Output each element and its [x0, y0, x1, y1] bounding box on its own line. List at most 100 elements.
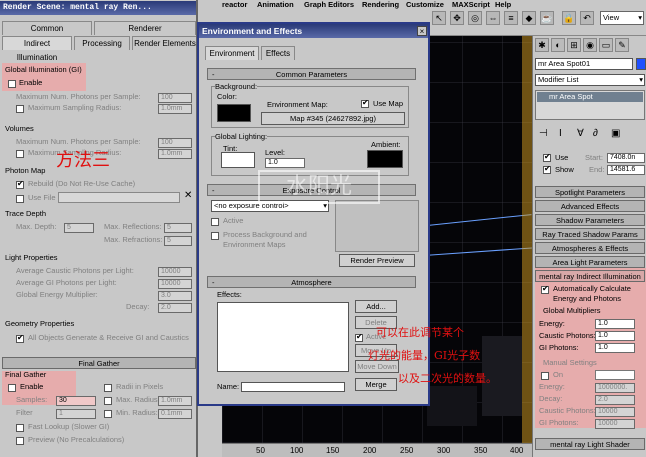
fg-max-radius-checkbox[interactable]	[104, 397, 112, 405]
fg-min-radius-checkbox[interactable]	[104, 410, 112, 418]
use-checkbox[interactable]	[543, 152, 551, 162]
atmospheres-effects-rollout[interactable]: Atmospheres & Effects	[535, 242, 645, 254]
mirror-icon[interactable]: ⇔	[486, 11, 500, 25]
gi-max-radius-checkbox[interactable]	[16, 105, 24, 113]
tab-renderer[interactable]: Renderer	[94, 21, 196, 35]
menu-item-reactor[interactable]: reactor	[222, 0, 247, 9]
max-reflections-spinner[interactable]: 5	[164, 223, 192, 233]
filter-spinner[interactable]: 1	[56, 409, 96, 419]
view-select[interactable]: View ▾	[600, 11, 644, 25]
remove-modifier-icon[interactable]: ∂	[593, 128, 598, 139]
mr-indirect-illumination-rollout[interactable]: mental ray Indirect Illumination	[535, 270, 645, 282]
tab-common[interactable]: Common	[2, 21, 92, 35]
file-path-field[interactable]	[58, 192, 180, 203]
area-light-parameters-rollout[interactable]: Area Light Parameters	[535, 256, 645, 268]
add-effect-button[interactable]: Add...	[355, 300, 397, 313]
process-bg-checkbox[interactable]	[211, 232, 219, 240]
energy-spinner[interactable]: 1.0	[595, 319, 635, 329]
use-map-checkbox[interactable]	[361, 98, 369, 108]
show-end-result-icon[interactable]: Ι	[559, 128, 562, 139]
fg-min-radius-spinner[interactable]: 0.1mm	[158, 409, 192, 419]
menu-item-customize[interactable]: Customize	[406, 0, 444, 9]
max-refractions-spinner[interactable]: 5	[164, 236, 192, 246]
tab-render-elements[interactable]: Render Elements	[132, 36, 196, 50]
environment-map-button[interactable]: Map #345 (24627892.jpg)	[261, 112, 405, 125]
tab-environment[interactable]: Environment	[205, 46, 259, 60]
level-spinner[interactable]: 1.0	[265, 158, 305, 168]
manual-on-checkbox[interactable]	[541, 372, 549, 380]
exposure-active-checkbox[interactable]	[211, 218, 219, 226]
fg-max-radius-spinner[interactable]: 1.0mm	[158, 396, 192, 406]
vol-max-photons-spinner[interactable]: 100	[158, 138, 192, 148]
effect-active-checkbox[interactable]	[355, 332, 363, 342]
render-icon[interactable]: ◆	[522, 11, 536, 25]
tint-color-swatch[interactable]	[221, 152, 255, 168]
all-objects-checkbox[interactable]	[16, 333, 24, 343]
undo-icon[interactable]: ↶	[580, 11, 594, 25]
use-file-checkbox[interactable]	[16, 195, 24, 203]
ambient-color-swatch[interactable]	[367, 150, 403, 168]
auto-calc-checkbox[interactable]	[541, 284, 549, 294]
avg-caustic-spinner[interactable]: 10000	[158, 267, 192, 277]
background-color-swatch[interactable]	[217, 104, 251, 122]
show-checkbox[interactable]	[543, 164, 551, 174]
tab-utilities-icon[interactable]: ✎	[615, 38, 629, 52]
ray-traced-shadow-rollout[interactable]: Ray Traced Shadow Params	[535, 228, 645, 240]
manual-gi-spinner[interactable]: 10000	[595, 419, 635, 429]
tab-effects[interactable]: Effects	[261, 46, 295, 60]
tab-display-icon[interactable]: ▭	[599, 38, 613, 52]
menu-item-graph-editors[interactable]: Graph Editors	[304, 0, 354, 9]
fast-lookup-checkbox[interactable]	[16, 424, 24, 432]
max-depth-spinner[interactable]: 5	[64, 223, 94, 233]
end-spinner[interactable]: 14581.6	[607, 165, 645, 175]
mr-light-shader-rollout[interactable]: mental ray Light Shader	[535, 438, 645, 450]
manual-decay-spinner[interactable]: 2.0	[595, 395, 635, 405]
timeline-ruler[interactable]: 50 100 150 200 250 300 350 400	[222, 443, 532, 457]
clear-icon[interactable]: ✕	[184, 190, 192, 201]
manual-caustic-spinner[interactable]: 10000	[595, 407, 635, 417]
teapot-icon[interactable]: ☕	[540, 11, 554, 25]
object-color-swatch[interactable]	[636, 58, 646, 70]
tab-processing[interactable]: Processing	[74, 36, 130, 50]
effect-name-field[interactable]	[241, 382, 345, 392]
object-name-field[interactable]: mr Area Spot01	[535, 58, 633, 70]
gi-max-radius-spinner[interactable]: 1.0mm	[158, 104, 192, 114]
tab-modify-icon[interactable]: ◐	[551, 38, 565, 52]
decay-spinner[interactable]: 2.0	[158, 303, 192, 313]
select-icon[interactable]: ↖	[432, 11, 446, 25]
lock-icon[interactable]: 🔒	[562, 11, 576, 25]
atmosphere-rollout[interactable]: Atmosphere -	[207, 276, 416, 288]
vol-max-radius-checkbox[interactable]	[16, 150, 24, 158]
menu-item-help[interactable]: Help	[495, 0, 511, 9]
start-spinner[interactable]: 7408.0n	[607, 153, 645, 163]
samples-spinner[interactable]: 30	[56, 396, 96, 406]
menu-item-maxscript[interactable]: MAXScript	[452, 0, 490, 9]
caustic-photons-spinner[interactable]: 1.0	[595, 331, 635, 341]
fg-enable-checkbox[interactable]	[8, 384, 16, 392]
menu-item-rendering[interactable]: Rendering	[362, 0, 399, 9]
make-unique-icon[interactable]: ∀	[577, 128, 584, 139]
close-icon[interactable]: ×	[417, 26, 427, 36]
move-icon[interactable]: ✥	[450, 11, 464, 25]
tab-indirect-illumination[interactable]: Indirect Illumination	[2, 36, 72, 62]
common-parameters-rollout[interactable]: Common Parameters -	[207, 68, 416, 80]
stack-item[interactable]: mr Area Spot	[537, 92, 643, 102]
energy-multiplier-spinner[interactable]: 3.0	[158, 291, 192, 301]
rebuild-checkbox[interactable]	[16, 179, 24, 189]
advanced-effects-rollout[interactable]: Advanced Effects	[535, 200, 645, 212]
manual-color-swatch[interactable]	[595, 370, 635, 380]
tab-hierarchy-icon[interactable]: ⊞	[567, 38, 581, 52]
pin-stack-icon[interactable]: ⊣	[539, 128, 548, 139]
vol-max-radius-spinner[interactable]: 1.0mm	[158, 149, 192, 159]
manual-energy-spinner[interactable]: 1000000.	[595, 383, 635, 393]
render-preview-button[interactable]: Render Preview	[339, 254, 415, 267]
merge-button[interactable]: Merge	[355, 378, 397, 391]
align-icon[interactable]: ≡	[504, 11, 518, 25]
effects-list[interactable]	[217, 302, 349, 372]
gi-max-photons-spinner[interactable]: 100	[158, 93, 192, 103]
preview-checkbox[interactable]	[16, 437, 24, 445]
final-gather-rollout[interactable]: Final Gather	[2, 357, 196, 369]
shadow-parameters-rollout[interactable]: Shadow Parameters	[535, 214, 645, 226]
snap-icon[interactable]: ◎	[468, 11, 482, 25]
gi-enable-checkbox[interactable]	[8, 80, 16, 88]
